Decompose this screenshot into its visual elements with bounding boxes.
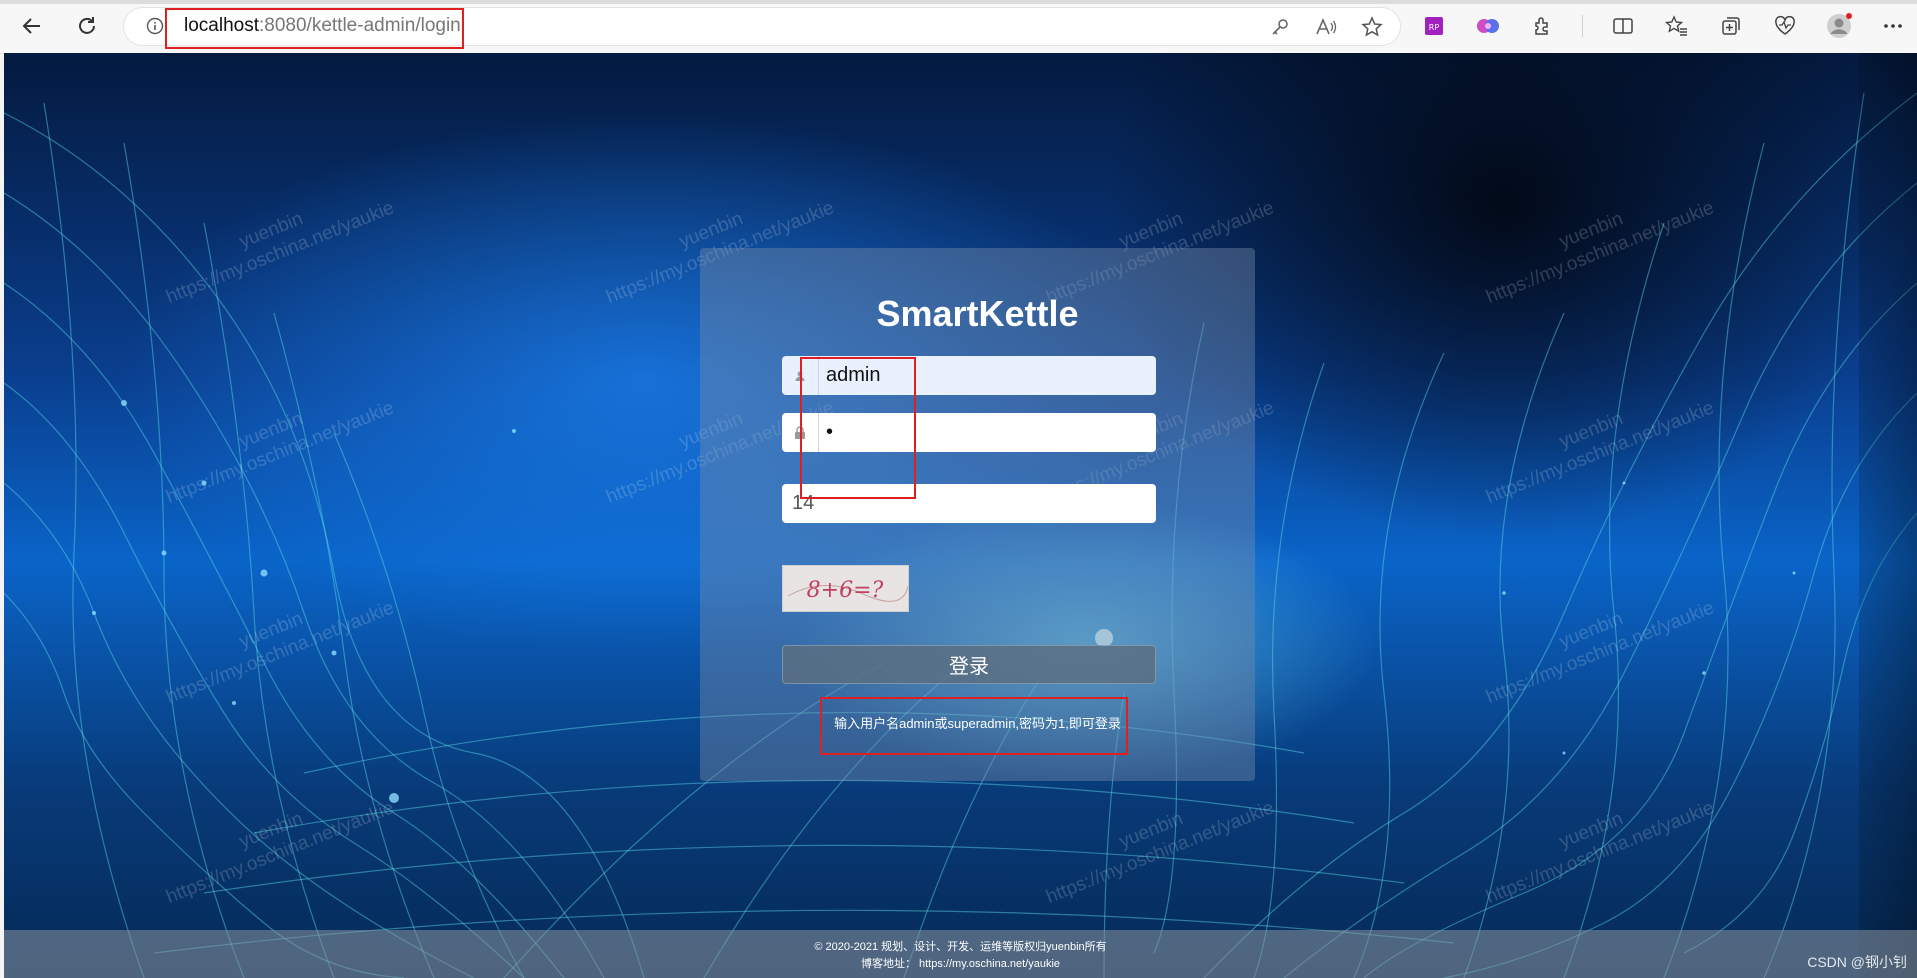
footer-blog-link[interactable]: 博客地址： https://my.oschina.net/yaukie <box>4 955 1917 971</box>
login-page: yuenbin https://my.oschina.net/yaukie yue… <box>4 53 1917 978</box>
page-footer: © 2020-2021 规划、设计、开发、运维等版权归yuenbin所有 博客地… <box>4 930 1917 978</box>
extension-rp-icon[interactable]: RP <box>1420 12 1448 40</box>
key-icon[interactable] <box>1268 15 1292 39</box>
extension-brain-icon[interactable] <box>1474 12 1502 40</box>
user-icon <box>782 356 819 395</box>
favorites-icon[interactable] <box>1663 12 1691 40</box>
captcha-text: 8+6=? <box>807 578 884 603</box>
captcha-input[interactable] <box>792 484 1112 523</box>
login-hint: 输入用户名admin或superadmin,密码为1,即可登录 <box>834 716 1121 731</box>
more-icon[interactable] <box>1879 12 1907 40</box>
login-button[interactable]: 登录 <box>782 645 1156 684</box>
back-icon[interactable] <box>18 12 46 40</box>
extensions-icon[interactable] <box>1528 12 1556 40</box>
split-screen-icon[interactable] <box>1609 12 1637 40</box>
profile-avatar-icon[interactable] <box>1825 12 1853 40</box>
collections-icon[interactable] <box>1717 12 1745 40</box>
lock-icon <box>782 413 819 452</box>
favorite-star-icon[interactable] <box>1360 15 1384 39</box>
brand-title: SmartKettle <box>876 293 1079 334</box>
captcha-field[interactable] <box>782 484 1156 523</box>
performance-icon[interactable] <box>1771 12 1799 40</box>
captcha-image[interactable]: 8+6=? <box>782 565 909 612</box>
csdn-watermark: CSDN @钢小钊 <box>1807 954 1907 970</box>
username-input[interactable] <box>826 356 1146 395</box>
login-card: SmartKettle 8+6=? 登录 输入用户名admin或superad <box>700 248 1255 781</box>
password-input[interactable] <box>826 413 1146 452</box>
browser-toolbar: localhost:8080/kettle-admin/login RP <box>0 0 1917 54</box>
svg-text:RP: RP <box>1429 23 1440 32</box>
page-scrollbar[interactable] <box>1859 53 1917 978</box>
refresh-icon[interactable] <box>73 12 101 40</box>
info-icon[interactable] <box>146 17 164 35</box>
password-field[interactable] <box>782 413 1156 452</box>
footer-copyright: © 2020-2021 规划、设计、开发、运维等版权归yuenbin所有 <box>814 941 1107 953</box>
url-path: :8080/kettle-admin/login <box>259 15 461 36</box>
read-aloud-icon[interactable] <box>1314 15 1338 39</box>
tab-strip-edge <box>0 0 1917 4</box>
username-field[interactable] <box>782 356 1156 395</box>
toolbar-separator <box>1582 15 1583 37</box>
url-text[interactable]: localhost:8080/kettle-admin/login <box>184 15 461 37</box>
address-bar[interactable]: localhost:8080/kettle-admin/login <box>124 8 1400 45</box>
url-host: localhost <box>184 15 259 36</box>
